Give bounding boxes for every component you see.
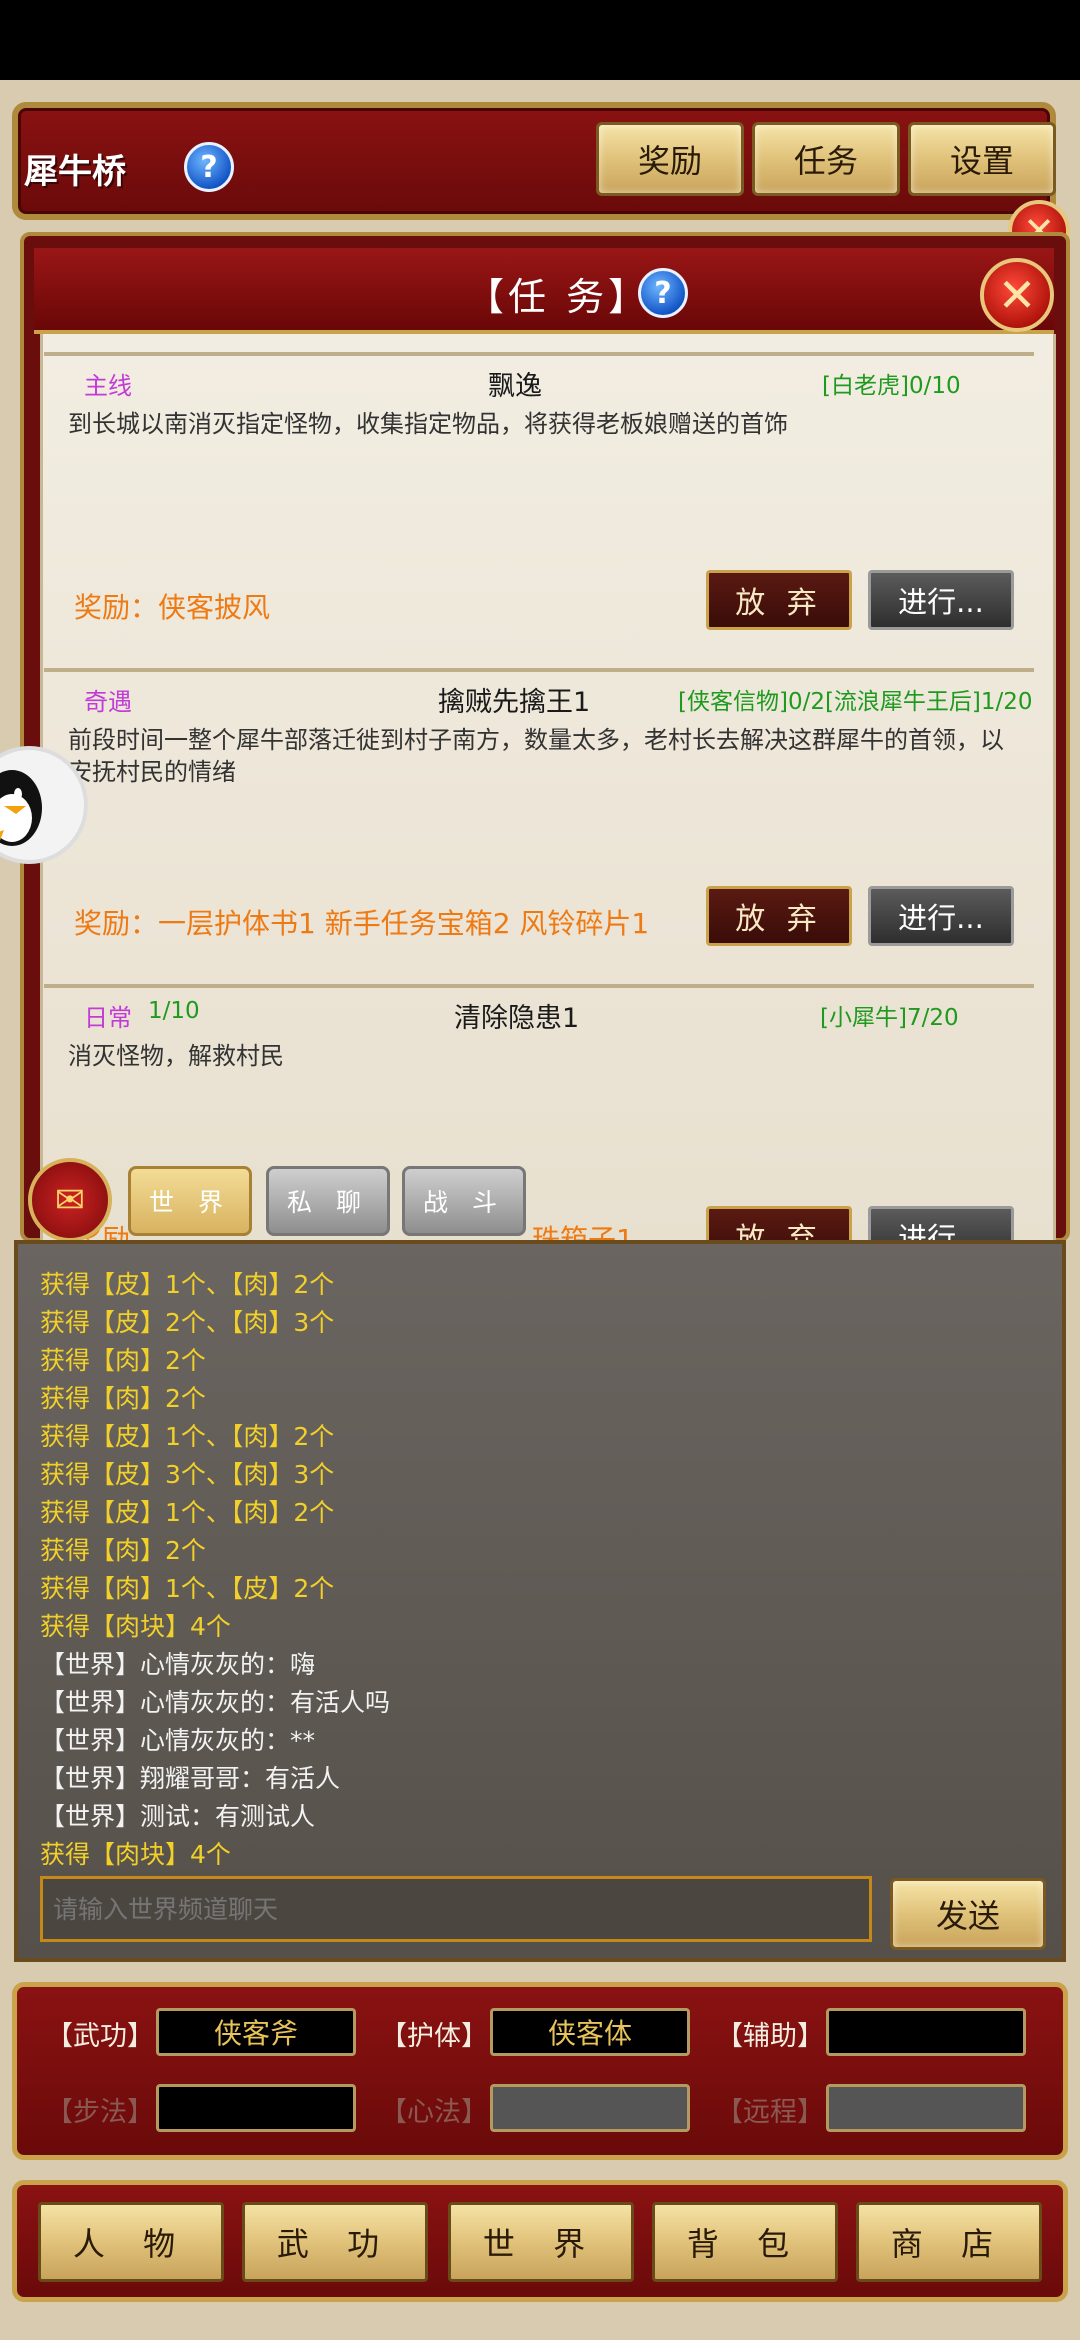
martial-label: 【武功】 bbox=[46, 2021, 154, 2052]
send-button[interactable]: 发送 bbox=[890, 1878, 1046, 1950]
nav-character[interactable]: 人 物 bbox=[38, 2202, 224, 2282]
chat-line: 【世界】心情灰灰的：** bbox=[40, 1726, 316, 1755]
chat-line: 【世界】心情灰灰的：有活人吗 bbox=[40, 1688, 391, 1717]
chat-line: 获得【皮】1个、【肉】2个 bbox=[40, 1270, 335, 1299]
task-progress: [白老虎]0/10 bbox=[822, 373, 961, 399]
abandon-button[interactable]: 放 弃 bbox=[706, 886, 852, 946]
task-category: 奇遇 bbox=[84, 688, 132, 716]
task-button[interactable]: 任务 bbox=[752, 122, 900, 196]
tab-private[interactable]: 私 聊 bbox=[266, 1166, 390, 1236]
step-label: 【步法】 bbox=[46, 2097, 154, 2128]
task-help-icon[interactable]: ? bbox=[638, 268, 688, 318]
task-reward: 奖励：一层护体书1 新手任务宝箱2 风铃碎片1 bbox=[74, 907, 650, 940]
chat-line: 【世界】测试：有测试人 bbox=[40, 1802, 316, 1831]
task-title: 清除隐患1 bbox=[454, 1003, 580, 1034]
task-category: 主线 bbox=[84, 372, 132, 400]
chat-line: 获得【肉】1个、【皮】2个 bbox=[40, 1574, 335, 1603]
chat-line: 获得【皮】2个、【肉】3个 bbox=[40, 1308, 335, 1337]
task-progress: [侠客信物]0/2[流浪犀牛王后]1/20 bbox=[678, 689, 1033, 715]
task-description: 消灭怪物，解救村民 bbox=[68, 1042, 284, 1070]
heart-label: 【心法】 bbox=[380, 2097, 488, 2128]
nav-world[interactable]: 世 界 bbox=[448, 2202, 634, 2282]
location-name: 犀牛桥 bbox=[24, 152, 126, 192]
nav-shop[interactable]: 商 店 bbox=[856, 2202, 1042, 2282]
martial-slot[interactable]: 侠客斧 bbox=[156, 2008, 356, 2056]
guard-label: 【护体】 bbox=[380, 2021, 488, 2052]
abandon-button[interactable]: 放 弃 bbox=[706, 570, 852, 630]
chat-line: 【世界】翔耀哥哥：有活人 bbox=[40, 1764, 341, 1793]
tab-world[interactable]: 世 界 bbox=[128, 1166, 252, 1236]
reward-button[interactable]: 奖励 bbox=[596, 122, 744, 196]
chat-line: 获得【肉块】4个 bbox=[40, 1840, 231, 1869]
assist-label: 【辅助】 bbox=[716, 2021, 824, 2052]
chat-line: 获得【皮】1个、【肉】2个 bbox=[40, 1498, 335, 1527]
task-category: 日常 bbox=[84, 1004, 132, 1032]
task-progress: [小犀牛]7/20 bbox=[820, 1005, 959, 1031]
ranged-slot[interactable] bbox=[826, 2084, 1026, 2132]
task-category-progress: 1/10 bbox=[148, 998, 200, 1024]
settings-button[interactable]: 设置 bbox=[908, 122, 1056, 196]
penguin-icon bbox=[0, 770, 42, 846]
abandon-button[interactable]: 放 弃 bbox=[706, 1206, 852, 1244]
ranged-label: 【远程】 bbox=[716, 2097, 824, 2128]
tab-battle[interactable]: 战 斗 bbox=[402, 1166, 526, 1236]
task-card-main: 主线 飘逸 [白老虎]0/10 到长城以南消灭指定怪物，收集指定物品，将获得老板… bbox=[44, 352, 1034, 632]
task-close-icon[interactable]: ✕ bbox=[980, 258, 1054, 332]
status-bar bbox=[0, 0, 1080, 80]
nav-bag[interactable]: 背 包 bbox=[652, 2202, 838, 2282]
nav-martial[interactable]: 武 功 bbox=[242, 2202, 428, 2282]
in-progress-button[interactable]: 进行... bbox=[868, 570, 1014, 630]
in-progress-button[interactable]: 进行... bbox=[868, 886, 1014, 946]
chat-line: 【世界】心情灰灰的：嗨 bbox=[40, 1650, 316, 1679]
heart-slot[interactable] bbox=[490, 2084, 690, 2132]
chat-input[interactable] bbox=[40, 1876, 872, 1942]
guard-slot[interactable]: 侠客体 bbox=[490, 2008, 690, 2056]
task-description: 到长城以南消灭指定怪物，收集指定物品，将获得老板娘赠送的首饰 bbox=[68, 410, 788, 438]
help-icon[interactable]: ? bbox=[184, 142, 234, 192]
chat-line: 获得【肉】2个 bbox=[40, 1384, 206, 1413]
task-title: 飘逸 bbox=[488, 371, 542, 402]
task-title: 擒贼先擒王1 bbox=[438, 687, 591, 718]
in-progress-button[interactable]: 进行... bbox=[868, 1206, 1014, 1244]
chat-line: 获得【肉】2个 bbox=[40, 1536, 206, 1565]
step-slot[interactable] bbox=[156, 2084, 356, 2132]
chat-toggle-icon[interactable]: ✉ bbox=[28, 1158, 112, 1242]
chat-line: 获得【肉】2个 bbox=[40, 1346, 206, 1375]
chat-line: 获得【皮】1个、【肉】2个 bbox=[40, 1422, 335, 1451]
chat-line: 获得【皮】3个、【肉】3个 bbox=[40, 1460, 335, 1489]
task-reward: 奖励：侠客披风 bbox=[74, 591, 271, 624]
task-panel-title: 【任 务】 bbox=[466, 275, 651, 319]
task-card-encounter: 奇遇 擒贼先擒王1 [侠客信物]0/2[流浪犀牛王后]1/20 前段时间一整个犀… bbox=[44, 668, 1034, 948]
assist-slot[interactable] bbox=[826, 2008, 1026, 2056]
chat-panel: 获得【皮】1个、【肉】2个 获得【皮】2个、【肉】3个 获得【肉】2个 获得【肉… bbox=[14, 1240, 1066, 1962]
task-description: 前段时间一整个犀牛部落迁徙到村子南方，数量太多，老村长去解决这群犀牛的首领，以安… bbox=[68, 726, 1004, 786]
chat-line: 获得【肉块】4个 bbox=[40, 1612, 231, 1641]
chat-log[interactable]: 获得【皮】1个、【肉】2个 获得【皮】2个、【肉】3个 获得【肉】2个 获得【肉… bbox=[40, 1266, 1040, 1872]
